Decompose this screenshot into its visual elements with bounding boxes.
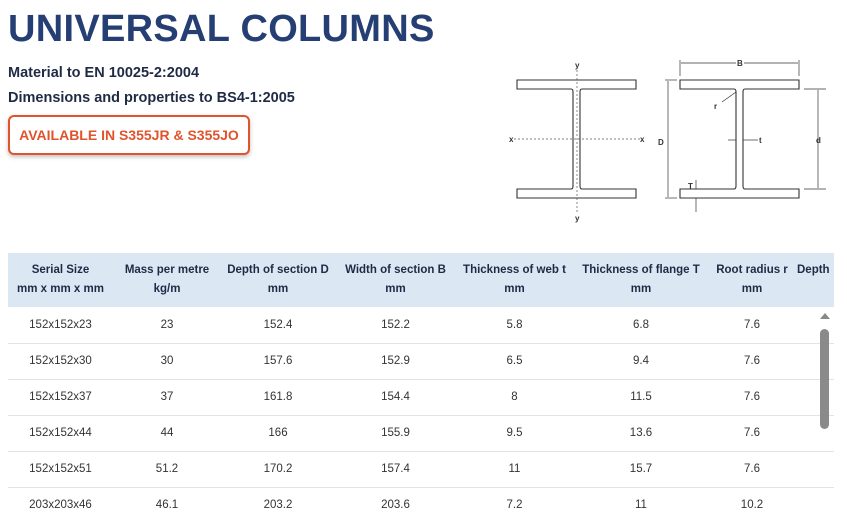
cell-width-b: 203.6 bbox=[381, 499, 410, 511]
cell-flange-thickness: 15.7 bbox=[629, 463, 653, 475]
cell-serial-size: 152x152x23 bbox=[29, 318, 92, 331]
label-x-left: x bbox=[509, 135, 514, 144]
label-y-top: y bbox=[575, 61, 580, 70]
header-depth-d: Depth of section Dmm bbox=[227, 264, 329, 295]
page-title: UNIVERSAL COLUMNS bbox=[8, 8, 435, 50]
cell-width-b: 152.2 bbox=[381, 318, 410, 331]
cell-flange-thickness: 6.8 bbox=[633, 318, 649, 331]
properties-table: Serial Size mm x mm x mm Mass per metre kg… bbox=[8, 253, 834, 512]
table-row: 152x152x30 30 157.6 152.9 6.5 9.4 7.6 bbox=[8, 343, 834, 379]
cell-serial-size: 152x152x44 bbox=[29, 427, 92, 439]
cell-mass: 37 bbox=[160, 391, 174, 403]
header-depth: Depth bbox=[797, 264, 830, 276]
cell-serial-size: 152x152x37 bbox=[29, 391, 92, 403]
label-d-lower: d bbox=[816, 136, 821, 145]
table-header-row: Serial Size mm x mm x mm Mass per metre kg… bbox=[8, 253, 834, 307]
cell-web-thickness: 9.5 bbox=[506, 427, 523, 439]
header-flange-thickness: Thickness of flange Tmm bbox=[582, 264, 700, 295]
cell-width-b: 154.4 bbox=[381, 391, 410, 403]
scrollbar-thumb[interactable] bbox=[820, 329, 829, 429]
cell-depth-d: 166 bbox=[268, 427, 288, 439]
cell-root-radius: 7.6 bbox=[744, 318, 760, 331]
table-row: 152x152x23 23 152.4 152.2 5.8 6.8 7.6 bbox=[8, 307, 834, 343]
cell-web-thickness: 11 bbox=[508, 463, 521, 475]
cell-depth-d: 157.6 bbox=[263, 355, 293, 367]
cell-root-radius: 7.6 bbox=[744, 355, 760, 367]
label-r: r bbox=[714, 102, 717, 111]
cell-root-radius: 7.6 bbox=[744, 427, 760, 439]
cell-width-b: 155.9 bbox=[381, 427, 410, 439]
header-root-radius: Root radius r mm bbox=[716, 264, 788, 295]
cell-mass: 51.2 bbox=[155, 463, 179, 475]
cell-width-b: 157.4 bbox=[381, 463, 410, 475]
cell-flange-thickness: 13.6 bbox=[629, 427, 653, 439]
cell-mass: 44 bbox=[160, 427, 174, 439]
cell-depth-d: 170.2 bbox=[263, 463, 293, 475]
cell-serial-size: 152x152x30 bbox=[29, 355, 92, 367]
availability-badge[interactable]: AVAILABLE IN S355JR & S355JO bbox=[8, 115, 250, 155]
cell-depth bbox=[795, 487, 834, 512]
cell-serial-size: 203x203x46 bbox=[29, 499, 92, 511]
header-web-thickness: Thickness of web t mm bbox=[463, 264, 566, 295]
cell-serial-size: 152x152x51 bbox=[29, 463, 92, 475]
label-x-right: x bbox=[640, 135, 645, 144]
cell-root-radius: 7.6 bbox=[744, 463, 760, 475]
header-width-b: Width of section Bmm bbox=[345, 264, 446, 295]
cell-depth-d: 152.4 bbox=[263, 318, 293, 331]
header-serial-size: Serial Size mm x mm x mm bbox=[17, 264, 104, 295]
table-row: 203x203x46 46.1 203.2 203.6 7.2 11 10.2 bbox=[8, 487, 834, 512]
label-y-bottom: y bbox=[575, 214, 580, 223]
label-d-upper: D bbox=[658, 138, 664, 147]
cell-flange-thickness: 11.5 bbox=[630, 391, 652, 403]
cell-flange-thickness: 9.4 bbox=[633, 355, 649, 367]
material-standard: Material to EN 10025-2:2004 bbox=[8, 65, 200, 81]
cell-depth-d: 203.2 bbox=[263, 499, 293, 511]
cell-root-radius: 10.2 bbox=[740, 499, 764, 511]
label-b: B bbox=[737, 59, 743, 68]
cell-flange-thickness: 11 bbox=[635, 499, 647, 511]
properties-table-container[interactable]: Serial Size mm x mm x mm Mass per metre kg… bbox=[8, 253, 834, 512]
i-beam-right bbox=[679, 79, 800, 199]
cell-web-thickness: 8 bbox=[511, 391, 518, 403]
label-flange-t: T bbox=[688, 182, 693, 191]
cell-web-thickness: 7.2 bbox=[506, 499, 523, 511]
label-t: t bbox=[759, 136, 762, 145]
header-mass: Mass per metre kg/m bbox=[124, 264, 210, 295]
dimensions-standard: Dimensions and properties to BS4-1:2005 bbox=[8, 90, 295, 106]
section-diagram: y y x x B D d r t T bbox=[500, 52, 840, 230]
cell-mass: 23 bbox=[160, 318, 174, 331]
table-row: 152x152x37 37 161.8 154.4 8 11.5 7.6 bbox=[8, 379, 834, 415]
cell-web-thickness: 5.8 bbox=[506, 318, 523, 331]
cell-depth bbox=[795, 451, 834, 487]
cell-mass: 30 bbox=[160, 355, 174, 367]
cell-width-b: 152.9 bbox=[381, 355, 410, 367]
table-row: 152x152x44 44 166 155.9 9.5 13.6 7.6 bbox=[8, 415, 834, 451]
table-row: 152x152x51 51.2 170.2 157.4 11 15.7 7.6 bbox=[8, 451, 834, 487]
cell-root-radius: 7.6 bbox=[744, 391, 760, 403]
cell-web-thickness: 6.5 bbox=[506, 355, 523, 367]
cell-depth-d: 161.8 bbox=[263, 391, 293, 403]
cell-mass: 46.1 bbox=[155, 499, 179, 511]
i-beam-diagram-svg: y y x x B D d r t T bbox=[509, 59, 826, 223]
scroll-up-arrow-icon[interactable] bbox=[820, 313, 830, 319]
